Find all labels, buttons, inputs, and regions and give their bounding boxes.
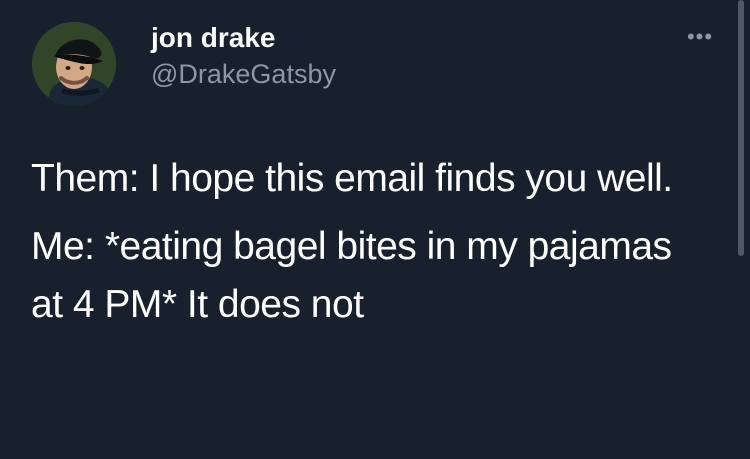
tweet-line-1: Them: I hope this email finds you well. xyxy=(31,157,673,200)
tweet-card: jon drake @DrakeGatsby ••• Them: I hope … xyxy=(0,0,750,459)
scrollbar[interactable] xyxy=(738,0,744,459)
avatar[interactable] xyxy=(32,22,116,106)
display-name[interactable]: jon drake xyxy=(151,22,275,54)
user-handle[interactable]: @DrakeGatsby xyxy=(151,58,336,90)
scrollbar-thumb[interactable] xyxy=(738,0,744,256)
tweet-text: Them: I hope this email finds you well. … xyxy=(31,150,681,344)
more-options-icon[interactable]: ••• xyxy=(680,25,720,49)
tweet-line-2: Me: *eating bagel bites in my pajamas at… xyxy=(31,225,672,326)
